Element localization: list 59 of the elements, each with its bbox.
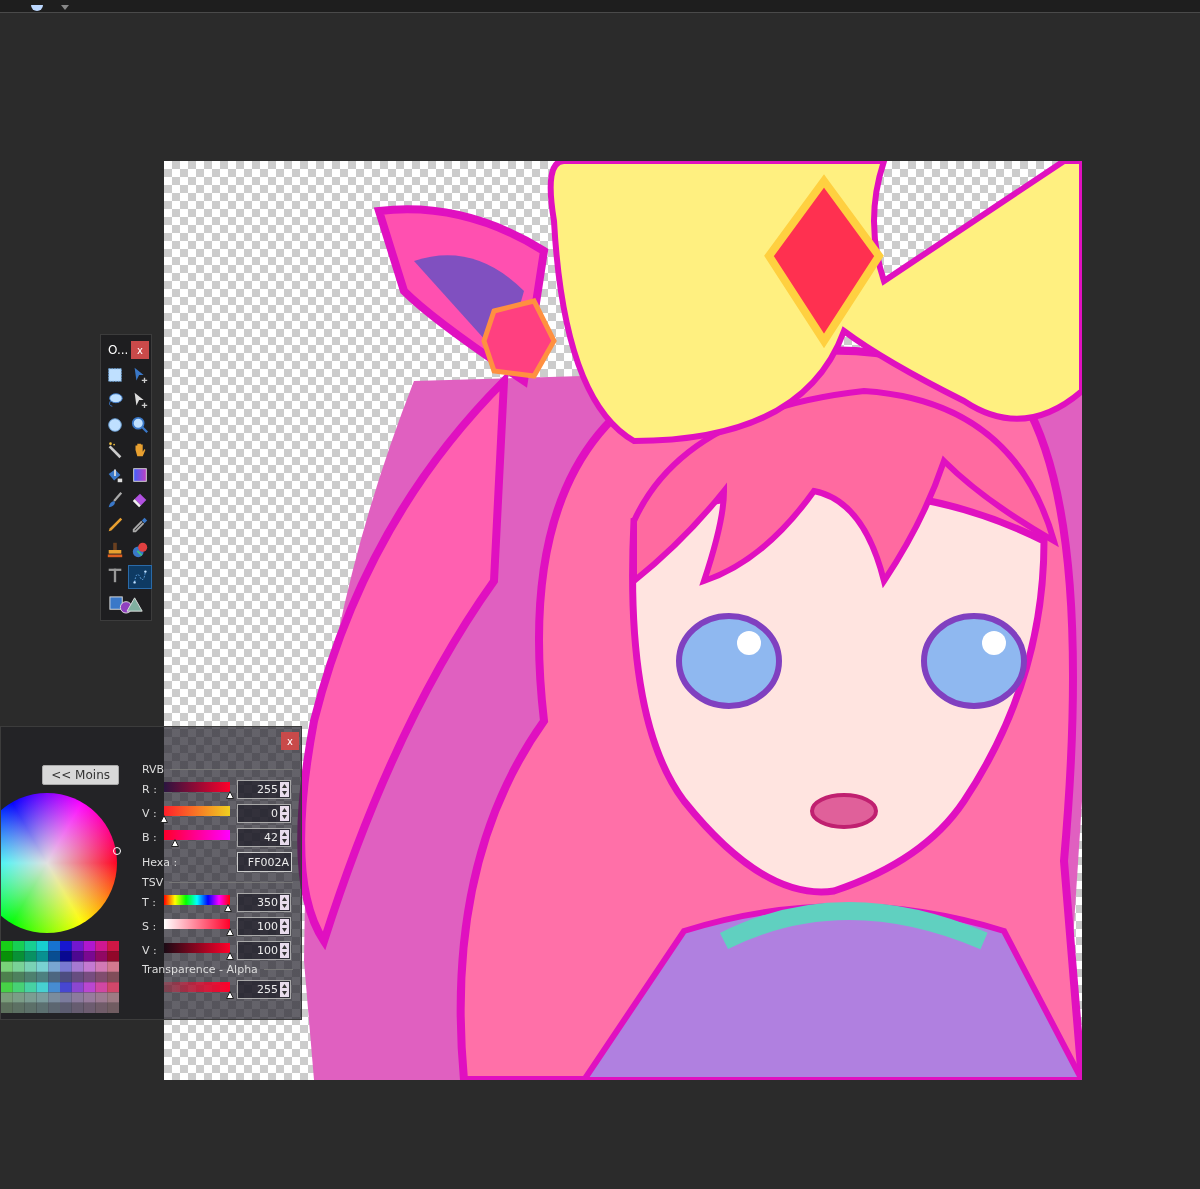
lasso-icon	[106, 391, 124, 409]
slider-thumb[interactable]	[226, 991, 234, 999]
shapes-icon	[108, 594, 146, 614]
channel-label: T :	[142, 895, 157, 909]
number-field[interactable]: 42	[237, 827, 291, 847]
hex-field[interactable]: FF002A	[237, 852, 292, 872]
section-heading: TSV	[142, 876, 164, 889]
color-slider[interactable]	[164, 979, 232, 999]
spin-arrows-icon[interactable]	[280, 781, 289, 797]
zoom-icon	[131, 416, 149, 434]
number-field[interactable]: 255	[237, 779, 291, 799]
number-field[interactable]: 255	[237, 979, 291, 999]
channel-label: S :	[142, 919, 158, 933]
color-slider[interactable]	[164, 940, 232, 960]
ellipse-select-icon	[106, 416, 124, 434]
spin-arrows-icon[interactable]	[280, 894, 289, 910]
spin-arrows-icon[interactable]	[280, 805, 289, 821]
slider-thumb[interactable]	[226, 928, 234, 936]
recolor-icon	[131, 541, 149, 559]
channel-label: R :	[142, 782, 158, 796]
slider-thumb[interactable]	[224, 904, 233, 912]
rectangle-select-icon	[106, 366, 124, 384]
stamp-icon	[106, 541, 124, 559]
slider-thumb[interactable]	[226, 952, 234, 960]
color-slider[interactable]	[164, 892, 232, 912]
hex-label: Hexa :	[142, 855, 179, 869]
slider-thumb[interactable]	[226, 791, 234, 799]
paintbrush-icon	[106, 491, 124, 509]
color-slider[interactable]	[164, 916, 232, 936]
text-icon	[106, 566, 124, 584]
caret-icon[interactable]	[58, 5, 72, 12]
color-slider[interactable]	[164, 827, 232, 847]
number-field[interactable]: 350	[237, 892, 291, 912]
channel-label: V :	[142, 806, 158, 820]
magic-wand-icon	[106, 441, 124, 459]
window-title: O...	[108, 343, 129, 357]
less-button[interactable]: << Moins	[42, 765, 119, 785]
curve-icon	[131, 568, 149, 586]
number-field[interactable]: 0	[237, 803, 291, 823]
cloud-icon[interactable]	[30, 5, 44, 12]
number-field[interactable]: 100	[237, 916, 291, 936]
section-heading: Transparence - Alpha	[142, 963, 258, 976]
spin-arrows-icon[interactable]	[280, 918, 289, 934]
pencil-icon	[106, 516, 124, 534]
eraser-icon	[131, 491, 149, 509]
color-palette-drawing[interactable]	[1, 941, 119, 1013]
close-button[interactable]: x	[131, 341, 149, 359]
channel-label: V :	[142, 943, 158, 957]
gradient-icon	[131, 466, 149, 484]
spin-arrows-icon[interactable]	[280, 981, 289, 997]
slider-thumb[interactable]	[160, 815, 168, 823]
spin-arrows-icon[interactable]	[280, 829, 289, 845]
spin-arrows-icon[interactable]	[280, 942, 289, 958]
channel-label: B :	[142, 830, 158, 844]
eyedropper-icon	[131, 516, 149, 534]
number-field[interactable]: 100	[237, 940, 291, 960]
color-slider[interactable]	[164, 779, 232, 799]
close-button[interactable]: x	[281, 732, 299, 750]
section-heading: RVB	[142, 763, 165, 776]
